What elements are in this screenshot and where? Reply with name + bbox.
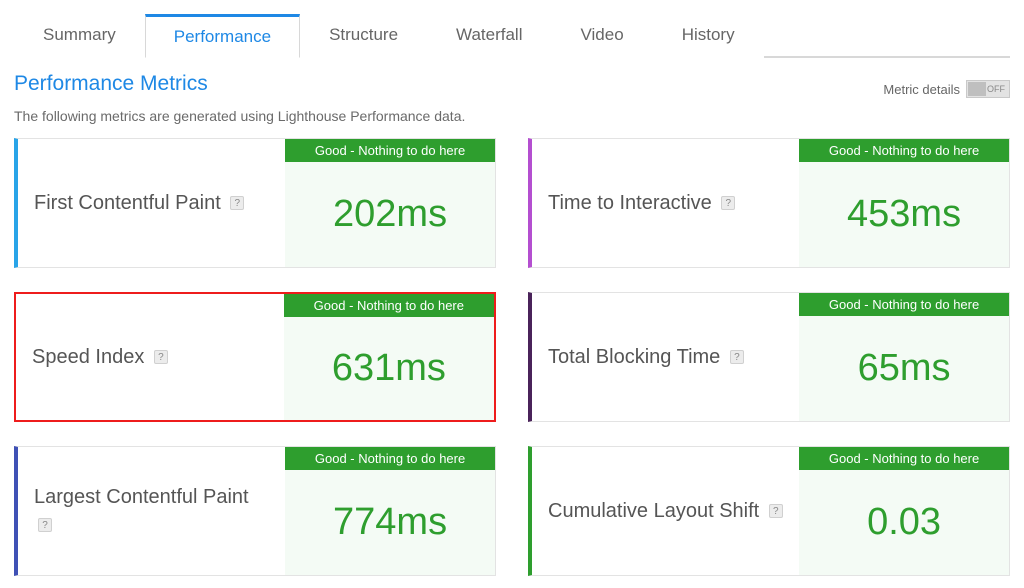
help-icon[interactable]: ? [730, 350, 744, 364]
tab-video[interactable]: Video [552, 14, 653, 58]
section-subtext: The following metrics are generated usin… [14, 108, 1010, 124]
metric-name-text: Time to Interactive [548, 192, 712, 214]
toggle-knob [968, 82, 986, 96]
metric-details-toggle-wrap: Metric details OFF [883, 80, 1010, 102]
metric-name: Time to Interactive ? [548, 190, 735, 217]
metric-name-text: First Contentful Paint [34, 192, 221, 214]
metrics-grid: First Contentful Paint ? Good - Nothing … [14, 138, 1010, 576]
metric-card-fcp: First Contentful Paint ? Good - Nothing … [14, 138, 496, 268]
metric-value: 0.03 [867, 501, 941, 544]
metric-card-lcp: Largest Contentful Paint ? Good - Nothin… [14, 446, 496, 576]
help-icon[interactable]: ? [154, 350, 168, 364]
metric-name: Largest Contentful Paint ? [34, 484, 269, 538]
metric-status-badge: Good - Nothing to do here [284, 294, 494, 317]
help-icon[interactable]: ? [38, 518, 52, 532]
metric-status-badge: Good - Nothing to do here [285, 139, 495, 162]
section-title: Performance Metrics [14, 72, 208, 96]
metric-card-tbt: Total Blocking Time ? Good - Nothing to … [528, 292, 1010, 422]
tab-structure[interactable]: Structure [300, 14, 427, 58]
tab-history[interactable]: History [653, 14, 764, 58]
tab-bar: Summary Performance Structure Waterfall … [14, 12, 1010, 58]
metric-name-text: Cumulative Layout Shift [548, 500, 759, 522]
help-icon[interactable]: ? [230, 196, 244, 210]
help-icon[interactable]: ? [769, 504, 783, 518]
metric-value: 65ms [858, 347, 951, 390]
metric-value: 631ms [332, 347, 446, 390]
metric-details-label: Metric details [883, 82, 960, 97]
toggle-state-text: OFF [987, 84, 1005, 94]
metric-status-badge: Good - Nothing to do here [285, 447, 495, 470]
metric-card-tti: Time to Interactive ? Good - Nothing to … [528, 138, 1010, 268]
metric-details-toggle[interactable]: OFF [966, 80, 1010, 98]
metric-status-badge: Good - Nothing to do here [799, 139, 1009, 162]
metric-value: 202ms [333, 193, 447, 236]
metric-status-badge: Good - Nothing to do here [799, 447, 1009, 470]
tab-performance[interactable]: Performance [145, 14, 300, 58]
metric-name-text: Largest Contentful Paint [34, 486, 249, 508]
metric-name: Total Blocking Time ? [548, 344, 744, 371]
metric-name-text: Speed Index [32, 346, 144, 368]
metric-value: 774ms [333, 501, 447, 544]
metric-card-speed-index: Speed Index ? Good - Nothing to do here … [14, 292, 496, 422]
tab-waterfall[interactable]: Waterfall [427, 14, 551, 58]
metric-card-cls: Cumulative Layout Shift ? Good - Nothing… [528, 446, 1010, 576]
help-icon[interactable]: ? [721, 196, 735, 210]
metric-status-badge: Good - Nothing to do here [799, 293, 1009, 316]
metric-name: Cumulative Layout Shift ? [548, 498, 783, 525]
metric-name: First Contentful Paint ? [34, 190, 244, 217]
metric-name: Speed Index ? [32, 344, 168, 371]
tab-summary[interactable]: Summary [14, 14, 145, 58]
metric-value: 453ms [847, 193, 961, 236]
metric-name-text: Total Blocking Time [548, 346, 720, 368]
